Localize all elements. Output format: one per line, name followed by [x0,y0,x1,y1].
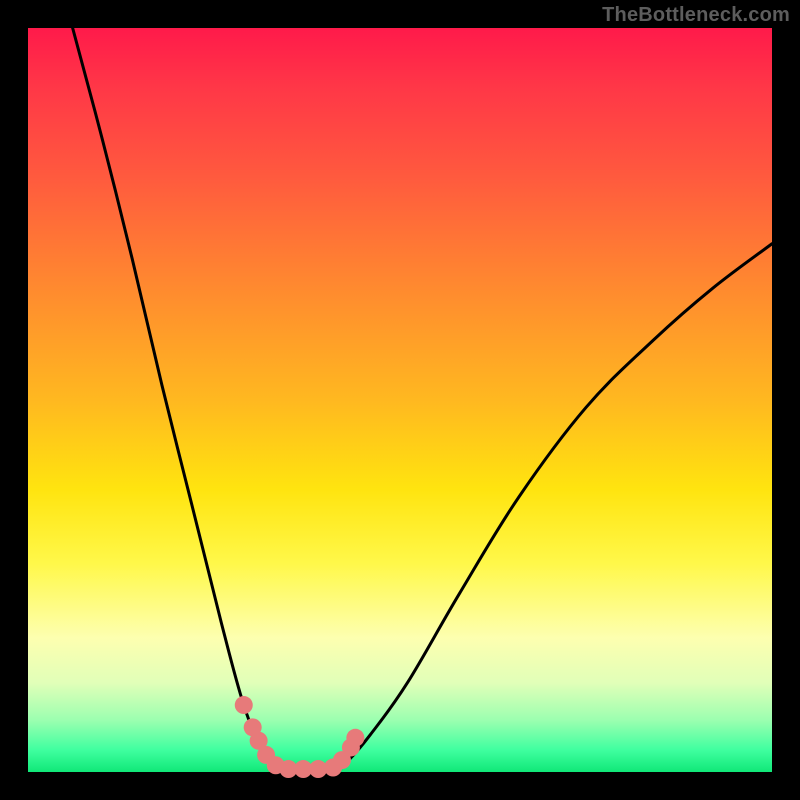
datapoint-11 [346,729,364,747]
curve-right-curve [333,244,772,772]
datapoint-0 [235,696,253,714]
curve-left-curve [73,28,289,772]
chart-frame: TheBottleneck.com [0,0,800,800]
plot-area [28,28,772,772]
curves-group [73,28,772,772]
datapoints-group [235,696,365,778]
chart-svg [28,28,772,772]
watermark-text: TheBottleneck.com [0,4,800,27]
